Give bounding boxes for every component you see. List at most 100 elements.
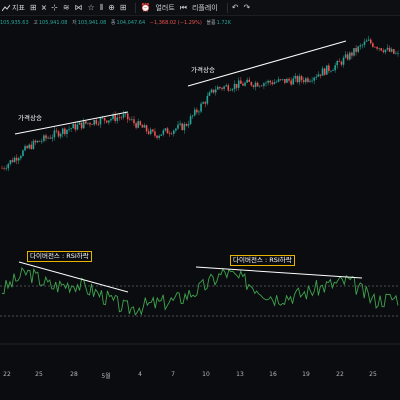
candle-body — [139, 121, 142, 126]
bar-type-icon[interactable]: ⫴ — [100, 3, 103, 13]
x-tick-label: 25 — [35, 371, 43, 378]
candle-body — [120, 117, 123, 119]
candle-body — [116, 117, 119, 121]
candle-body — [290, 80, 292, 85]
candle-body — [191, 115, 194, 117]
redo-icon[interactable]: ↷ — [243, 3, 250, 12]
candle-body — [101, 117, 104, 119]
candle-body — [315, 76, 318, 78]
candle-body — [298, 76, 301, 83]
candle-body — [189, 116, 192, 125]
high-value: 105,941.08 — [38, 20, 68, 26]
candle-body — [227, 85, 230, 91]
indicators-button[interactable]: 지표 — [2, 3, 25, 13]
candle-body — [43, 135, 45, 141]
candle-body — [7, 163, 10, 169]
templates-icon[interactable]: ⊞ — [120, 3, 127, 12]
candle-body — [372, 43, 374, 47]
candle-body — [263, 83, 265, 86]
candle-body — [359, 45, 362, 47]
candle-body — [164, 128, 167, 131]
replay-button[interactable]: ⏮ 리플레이 — [180, 3, 218, 13]
candle-body — [196, 109, 198, 113]
candle-body — [296, 76, 299, 83]
candle-body — [20, 156, 22, 159]
candle-body — [45, 135, 47, 139]
candle-body — [277, 79, 280, 82]
candle-body — [152, 129, 154, 132]
favorite-icon[interactable]: ☆ — [88, 3, 95, 12]
candle-body — [55, 130, 58, 132]
compare-icon[interactable]: ⊕ — [108, 3, 115, 12]
wave-pattern-icon[interactable]: ≋ — [63, 3, 70, 12]
candle-body — [85, 121, 87, 124]
x-tick-label: 4 — [138, 371, 142, 378]
candle-body — [386, 47, 389, 50]
candle-body — [397, 53, 399, 54]
close-label: 종 — [110, 20, 116, 26]
candle-body — [225, 85, 227, 87]
candle-body — [93, 119, 95, 125]
candle-body — [376, 47, 378, 49]
volume-value: 1.72K — [216, 20, 232, 26]
candle-body — [145, 125, 148, 132]
price-and-rsi-chart[interactable] — [0, 28, 400, 368]
candle-body — [210, 89, 213, 93]
candle-body — [160, 134, 163, 136]
candle-body — [185, 124, 188, 126]
undo-icon[interactable]: ↶ — [232, 3, 239, 12]
volume-label: 볼륨 — [206, 20, 216, 26]
candle-body — [66, 129, 68, 135]
candle-body — [328, 65, 330, 72]
candles-layer — [1, 35, 399, 172]
candle-body — [353, 48, 355, 56]
drawing-tools-icon[interactable]: ⊹ — [51, 3, 58, 12]
alarm-clock-icon: ⏰ — [140, 3, 151, 12]
chart-pattern-icon[interactable]: ⩙ — [42, 3, 47, 13]
candle-body — [133, 119, 135, 124]
candle-body — [173, 130, 175, 134]
candle-body — [261, 85, 263, 87]
candle-body — [158, 135, 160, 138]
candle-body — [147, 131, 150, 134]
candle-body — [284, 78, 286, 83]
candle-body — [302, 80, 305, 83]
candle-body — [72, 123, 75, 129]
candle-body — [22, 150, 24, 157]
candle-body — [78, 122, 81, 125]
fib-icon[interactable]: ⋈ — [75, 3, 83, 12]
candle-body — [275, 81, 278, 83]
candle-body — [292, 78, 295, 85]
layout-grid-icon[interactable]: ⊞ — [30, 3, 37, 12]
x-tick-label: 22 — [336, 371, 344, 378]
rsi-divergence-line-2 — [195, 266, 363, 279]
candle-body — [258, 85, 261, 87]
toolbar-divider — [135, 2, 137, 13]
toolbar-divider-2 — [226, 2, 228, 13]
candle-body — [307, 78, 309, 82]
candle-body — [378, 48, 380, 49]
replay-label: 리플레이 — [191, 3, 218, 12]
candle-body — [319, 74, 322, 76]
indicators-label: 지표 — [12, 3, 25, 12]
candle-body — [166, 128, 169, 134]
candle-body — [36, 140, 39, 143]
x-tick-label: 25 — [369, 371, 377, 378]
candle-body — [369, 39, 372, 44]
candle-body — [95, 119, 98, 124]
candle-body — [305, 78, 307, 83]
candle-body — [281, 78, 284, 80]
candle-body — [384, 49, 387, 53]
rsi-line — [1, 266, 399, 316]
candle-body — [34, 140, 37, 143]
candle-body — [118, 117, 121, 119]
alert-button[interactable]: ⏰ 얼러트 — [140, 3, 174, 13]
candle-body — [181, 123, 183, 131]
candle-body — [97, 123, 100, 125]
candle-body — [338, 61, 341, 62]
candle-body — [41, 140, 43, 142]
rsi-overbought-fill-1 — [2, 267, 60, 270]
candle-body — [219, 86, 221, 88]
candle-body — [64, 128, 66, 135]
close-value: 104,047.64 — [116, 20, 146, 26]
